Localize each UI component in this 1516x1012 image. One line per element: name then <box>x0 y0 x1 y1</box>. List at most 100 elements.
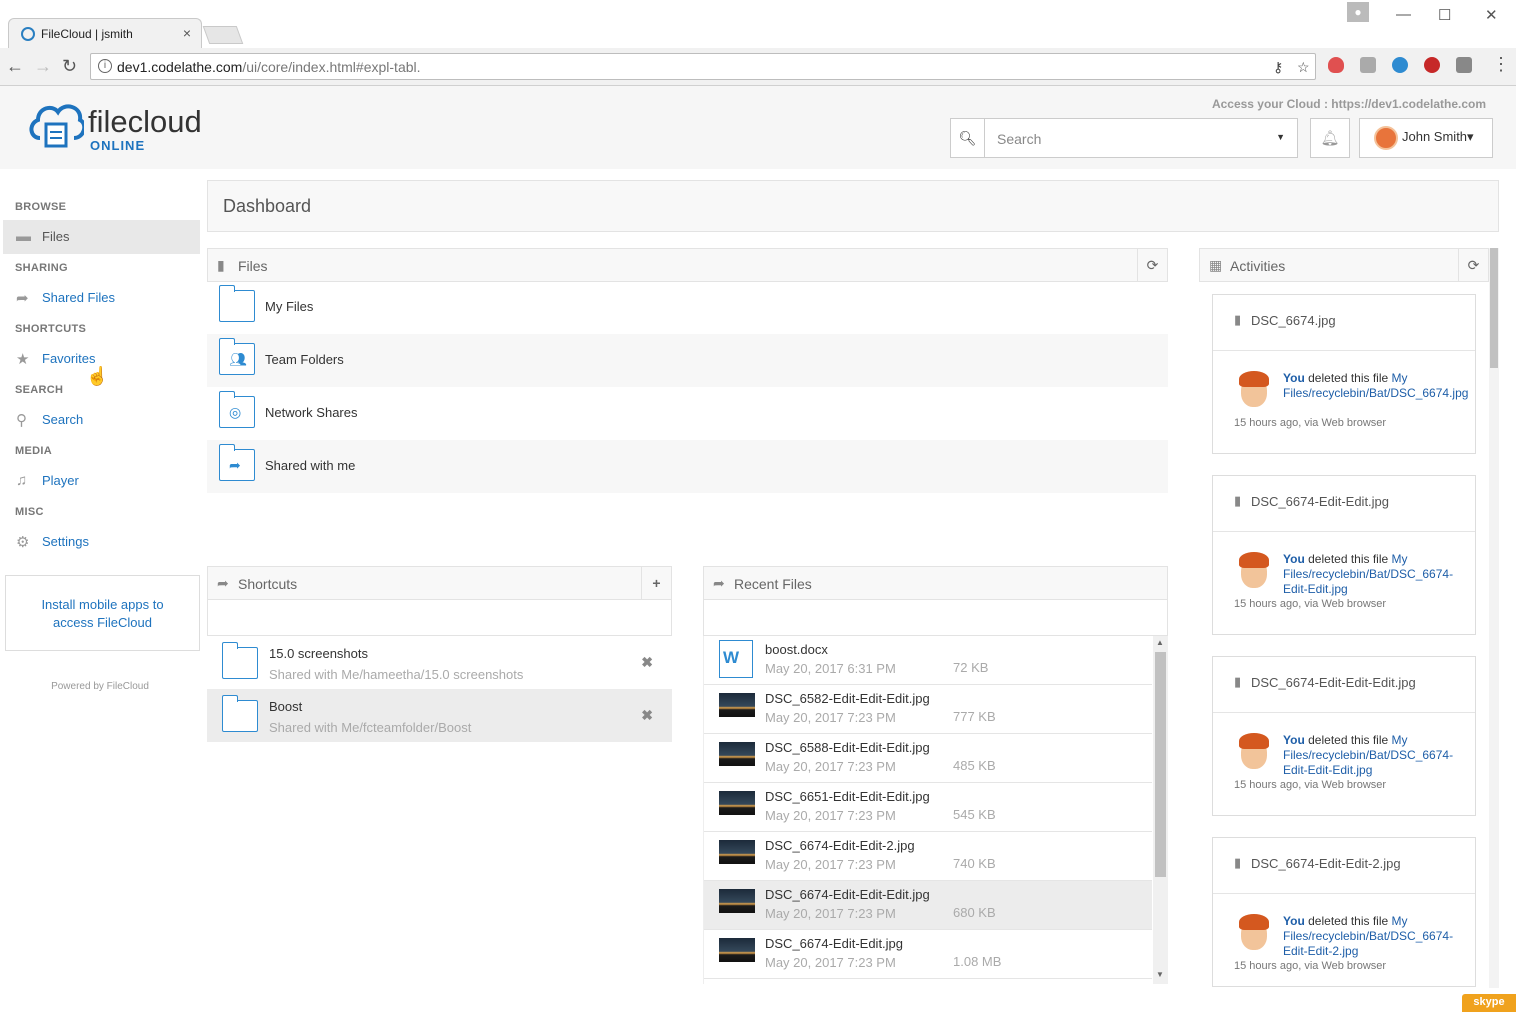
file-icon: ▮ <box>1234 855 1242 870</box>
file-icon: ▮ <box>217 257 225 273</box>
recent-file-row[interactable]: DSC_6582-Edit-Edit-Edit.jpg May 20, 2017… <box>704 685 1152 734</box>
files-row-network-shares[interactable]: ◎ Network Shares <box>207 387 1168 440</box>
files-row-my-files[interactable]: My Files <box>207 281 1168 334</box>
recent-file-row[interactable]: W boost.docx May 20, 2017 6:31 PM 72 KB <box>704 636 1152 685</box>
activity-actor: You <box>1283 552 1305 566</box>
activity-file-name[interactable]: DSC_6674-Edit-Edit.jpg <box>1251 494 1389 509</box>
activity-file-name[interactable]: DSC_6674.jpg <box>1251 313 1336 328</box>
refresh-icon[interactable]: ⟳ <box>1458 249 1488 281</box>
activity-timestamp: 15 hours ago, via Web browser <box>1234 960 1387 972</box>
activity-text: You deleted this file My Files/recyclebi… <box>1283 733 1459 778</box>
recent-file-row[interactable]: DSC_6674-Edit-Edit-2.jpg May 20, 2017 7:… <box>704 832 1152 881</box>
hand-cursor-icon: ☝ <box>86 366 109 386</box>
folder-icon <box>218 285 255 322</box>
avatar <box>1374 126 1398 150</box>
maximize-button[interactable]: ☐ <box>1438 6 1451 24</box>
forward-arrow-icon[interactable]: → <box>34 56 52 77</box>
cloud-extension-icon[interactable] <box>1392 57 1408 73</box>
share-icon: ➦ <box>713 575 725 591</box>
calendar-icon: ▦ <box>1209 257 1223 273</box>
activity-action: deleted this file <box>1308 371 1389 385</box>
browser-tab[interactable]: FileCloud | jsmith × <box>8 18 202 48</box>
chevron-down-icon[interactable]: ▼ <box>1276 132 1285 142</box>
activity-actor: You <box>1283 914 1305 928</box>
scroll-up-icon[interactable]: ▲ <box>1156 638 1164 647</box>
filecloud-logo[interactable]: filecloud ONLINE <box>28 98 238 153</box>
activity-card: ▮ DSC_6674-Edit-Edit.jpg You deleted this… <box>1212 475 1476 635</box>
add-shortcut-button[interactable]: + <box>641 567 671 599</box>
shortcut-name: Boost <box>269 699 303 714</box>
sidebar-item-search[interactable]: ⚲ Search <box>3 403 200 437</box>
scrollbar-thumb[interactable] <box>1490 248 1498 368</box>
sidebar-section-title: SHARING <box>15 262 68 274</box>
key-icon[interactable]: ⚷ <box>1273 59 1283 76</box>
recent-file-row[interactable]: DSC_6674-Edit-Edit-Edit.jpg May 20, 2017… <box>704 881 1152 930</box>
files-row-shared-with-me[interactable]: ➦ Shared with me <box>207 440 1168 493</box>
minimize-button[interactable]: — <box>1396 6 1411 23</box>
puzzle-extension-icon[interactable] <box>1456 57 1472 73</box>
activity-text: You deleted this file My Files/recyclebi… <box>1283 914 1459 959</box>
files-row-label: Shared with me <box>265 458 356 473</box>
user-menu-button[interactable]: John Smith▾ <box>1359 118 1493 158</box>
avatar <box>1237 733 1271 773</box>
recent-file-size: 680 KB <box>953 905 996 920</box>
scroll-down-icon[interactable]: ▼ <box>1156 970 1164 979</box>
sidebar-section-title: MISC <box>15 506 44 518</box>
recent-file-row[interactable]: DSC_6651-Edit-Edit-Edit.jpg May 20, 2017… <box>704 783 1152 832</box>
activity-file-name[interactable]: DSC_6674-Edit-Edit-2.jpg <box>1251 856 1401 871</box>
skype-tray-icon[interactable]: skype <box>1462 994 1516 1012</box>
remove-shortcut-icon[interactable]: ✖ <box>641 654 653 671</box>
activity-action: deleted this file <box>1308 733 1389 747</box>
tab-strip: FileCloud | jsmith × ● — ☐ ✕ <box>0 0 1516 48</box>
address-bar[interactable]: i dev1.codelathe.com/ui/core/index.html#… <box>90 53 1316 80</box>
new-tab-button[interactable] <box>202 26 244 44</box>
remove-shortcut-icon[interactable]: ✖ <box>641 707 653 724</box>
word-doc-icon: W <box>719 640 753 678</box>
browser-toolbar: ← → ↻ i dev1.codelathe.com/ui/core/index… <box>0 48 1516 85</box>
shortcut-row[interactable]: Boost Shared with Me/fcteamfolder/Boost … <box>207 689 672 742</box>
activity-text: You deleted this file My Files/recyclebi… <box>1283 552 1459 597</box>
shortcuts-panel-header: ➦ Shortcuts + <box>207 566 672 600</box>
recent-files-scrollbar[interactable]: ▲ ▼ <box>1153 636 1168 984</box>
sidebar-item-files[interactable]: ▬ Files <box>3 220 200 254</box>
sidebar-item-player[interactable]: ♫ Player <box>3 464 200 498</box>
site-info-icon[interactable]: i <box>98 59 112 73</box>
profile-icon[interactable]: ● <box>1347 2 1369 22</box>
recent-file-size: 485 KB <box>953 758 996 773</box>
sidebar-item-settings[interactable]: ⚙ Settings <box>3 525 200 559</box>
cube-extension-icon[interactable] <box>1360 57 1376 73</box>
tab-title: FileCloud | jsmith <box>41 27 133 41</box>
access-url-text: Access your Cloud : https://dev1.codelat… <box>1211 97 1486 111</box>
recent-file-name: DSC_6674-Edit-Edit.jpg <box>765 936 904 951</box>
activities-scrollbar[interactable] <box>1489 248 1499 988</box>
sidebar-item-shared-files[interactable]: ➦ Shared Files <box>3 281 200 315</box>
refresh-icon[interactable]: ⟳ <box>1137 249 1167 281</box>
activity-timestamp: 15 hours ago, via Web browser <box>1234 417 1387 429</box>
notifications-button[interactable]: 🔔︎ <box>1310 118 1350 158</box>
global-search-input[interactable]: 🔍︎ Search ▼ <box>950 118 1298 158</box>
files-row-team-folders[interactable]: 👥︎ Team Folders <box>207 334 1168 387</box>
reload-icon[interactable]: ↻ <box>62 56 77 77</box>
search-icon[interactable]: 🔍︎ <box>951 119 985 157</box>
search-placeholder: Search <box>997 131 1042 147</box>
sidebar-item-label: Search <box>42 412 84 427</box>
recent-file-row[interactable]: DSC_6674-Edit-Edit.jpg May 20, 2017 7:23… <box>704 930 1152 979</box>
menu-kebab-icon[interactable]: ⋮ <box>1492 54 1510 75</box>
recent-files-spacer <box>703 600 1168 636</box>
tab-close-icon[interactable]: × <box>183 25 191 41</box>
bookmark-star-icon[interactable]: ☆ <box>1297 59 1310 76</box>
shortcut-row[interactable]: 15.0 screenshots Shared with Me/hameetha… <box>207 636 672 689</box>
recent-file-name: boost.docx <box>765 642 828 657</box>
files-row-label: Team Folders <box>265 352 344 367</box>
scrollbar-thumb[interactable] <box>1155 652 1166 877</box>
activity-actor: You <box>1283 733 1305 747</box>
shield-extension-icon[interactable] <box>1328 57 1344 73</box>
install-mobile-apps-link[interactable]: Install mobile apps to access FileCloud <box>5 575 200 651</box>
recent-file-row[interactable]: DSC_6588-Edit-Edit-Edit.jpg May 20, 2017… <box>704 734 1152 783</box>
shortcuts-spacer <box>207 600 672 636</box>
sidebar-item-label: Shared Files <box>42 290 115 305</box>
adblock-extension-icon[interactable] <box>1424 57 1440 73</box>
close-window-button[interactable]: ✕ <box>1485 6 1498 24</box>
back-arrow-icon[interactable]: ← <box>6 56 24 77</box>
activity-file-name[interactable]: DSC_6674-Edit-Edit-Edit.jpg <box>1251 675 1416 690</box>
